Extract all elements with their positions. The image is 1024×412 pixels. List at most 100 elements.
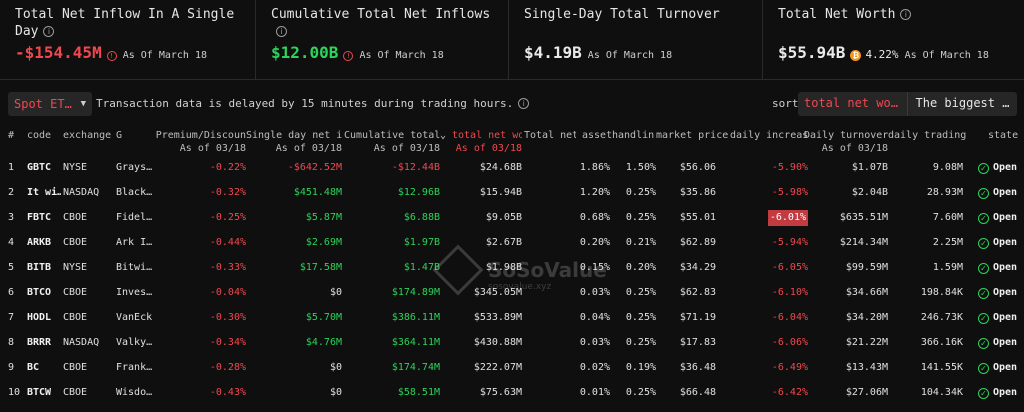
cell-net-worth: $24.68B: [479, 162, 522, 173]
cell-num: 5: [8, 262, 15, 273]
col-daily-increase[interactable]: daily increas: [730, 129, 808, 142]
state-label: Open: [993, 387, 1018, 398]
cell-num: 3: [8, 212, 15, 223]
table-row[interactable]: 7 HODL CBOE VanEck -0.30% $5.70M $386.11M $533.…: [0, 305, 1024, 330]
col-single-day-label: Single day net i: [246, 130, 342, 141]
table-row[interactable]: 5 BITB NYSE Bitwi… -0.33% $17.58M $1.47B $1.98B…: [0, 255, 1024, 280]
cell-trading: 28.93M: [926, 187, 963, 198]
cell-premium: -0.43%: [209, 387, 246, 398]
cell-market-price: $66.48: [679, 387, 716, 398]
card-single-day-inflow: Total Net Inflow In A Single Day i -$154.…: [0, 0, 256, 80]
table-row[interactable]: 4 ARKB CBOE Ark I… -0.44% $2.69M $1.97B $2.67B 0…: [0, 230, 1024, 255]
highlighted-value: -6.01%: [767, 210, 808, 226]
info-icon[interactable]: i: [900, 9, 912, 20]
col-single-day[interactable]: Single day net i As of 03/18: [246, 129, 342, 155]
alert-icon[interactable]: !: [106, 51, 117, 61]
cell-single-day: $5.70M: [305, 312, 342, 323]
cell-code[interactable]: BTCO: [27, 280, 61, 305]
cell-turnover: $21.22M: [845, 337, 888, 348]
cell-net-worth: $430.88M: [473, 337, 522, 348]
col-total-net[interactable]: Total net: [524, 129, 576, 142]
state-label: Open: [993, 312, 1018, 323]
cell-market-price: $35.86: [679, 187, 716, 198]
cell-state: ✓ Open: [978, 330, 1022, 355]
sort-order-select[interactable]: The biggest …: [908, 92, 1017, 116]
alert-icon[interactable]: !: [343, 51, 354, 61]
cell-code[interactable]: ARKB: [27, 230, 61, 255]
cell-single-day: $0: [329, 362, 342, 373]
col-market-price[interactable]: market price: [656, 129, 732, 142]
cell-net-worth: $9.05B: [485, 212, 522, 223]
cell-code[interactable]: It wi…: [27, 180, 61, 205]
col-net-worth[interactable]: total net wo As of 03/18: [452, 129, 522, 155]
col-single-day-sub: As of 03/18: [275, 143, 342, 154]
check-circle-icon: ✓: [978, 188, 989, 199]
cell-premium: -0.28%: [209, 362, 246, 373]
check-circle-icon: ✓: [978, 288, 989, 299]
cell-code[interactable]: BITB: [27, 255, 61, 280]
info-icon[interactable]: i: [518, 98, 530, 109]
card-cumulative-inflow: Cumulative Total Net Inflows i $12.00B ! …: [256, 0, 509, 80]
info-icon[interactable]: i: [43, 26, 55, 37]
cell-trading: 1.59M: [932, 262, 963, 273]
card-value-row: $4.19B As Of March 18: [524, 43, 672, 62]
check-circle-icon: ✓: [978, 388, 989, 399]
table-row[interactable]: 2 It wi… NASDAQ Black… -0.32% $451.48M $12.96B…: [0, 180, 1024, 205]
card-value-row: -$154.45M ! As Of March 18: [15, 43, 207, 62]
sort-chevron-icon[interactable]: ⌄: [440, 129, 452, 142]
col-exchange[interactable]: exchange: [63, 129, 115, 142]
col-trading[interactable]: daily trading: [888, 129, 968, 142]
cell-code[interactable]: FBTC: [27, 205, 61, 230]
cell-premium: -0.32%: [209, 187, 246, 198]
etf-type-select[interactable]: Spot ET… ▼: [8, 92, 92, 116]
check-circle-icon: ✓: [978, 238, 989, 249]
cell-market-price: $36.48: [679, 362, 716, 373]
col-issuer[interactable]: G: [116, 129, 128, 142]
delay-note: Transaction data is delayed by 15 minute…: [96, 97, 530, 110]
col-net-worth-sub: As of 03/18: [455, 143, 522, 154]
col-code[interactable]: code: [27, 129, 59, 142]
cell-asset: 0.20%: [579, 237, 610, 248]
cell-asset: 1.86%: [579, 162, 610, 173]
cell-state: ✓ Open: [978, 205, 1022, 230]
cell-market-price: $62.89: [679, 237, 716, 248]
cell-turnover: $214.34M: [839, 237, 888, 248]
cell-turnover: $27.06M: [845, 387, 888, 398]
cell-trading: 9.08M: [932, 162, 963, 173]
check-circle-icon: ✓: [978, 363, 989, 374]
table-row[interactable]: 1 GBTC NYSE Grays… -0.22% -$642.52M -$12.44B $2…: [0, 155, 1024, 180]
col-handling[interactable]: handlin: [612, 129, 658, 142]
card-total-net-worth: Total Net Worth i $55.94B ₿ 4.22% As Of M…: [763, 0, 1024, 80]
cell-single-day: $17.58M: [299, 262, 342, 273]
cell-premium: -0.04%: [209, 287, 246, 298]
sort-field-select[interactable]: total net wo…: [798, 92, 908, 116]
cell-issuer: Fidel…: [116, 212, 153, 223]
table-row[interactable]: 9 BC CBOE Frank… -0.28% $0 $174.74M $222.07M 0.0…: [0, 355, 1024, 380]
cell-handling: 0.21%: [625, 237, 656, 248]
cell-single-day: -$642.52M: [287, 162, 342, 173]
cell-code[interactable]: BRRR: [27, 330, 61, 355]
cell-net-worth: $222.07M: [473, 362, 522, 373]
col-premium[interactable]: Premium/Discoun As of 03/18: [150, 129, 246, 155]
cell-code[interactable]: HODL: [27, 305, 61, 330]
info-icon[interactable]: i: [276, 26, 287, 37]
col-turnover[interactable]: Daily turnover As of 03/18: [804, 129, 888, 155]
card-value: -$154.45M: [15, 43, 102, 62]
cell-code[interactable]: BC: [27, 355, 61, 380]
cell-code[interactable]: GBTC: [27, 155, 61, 180]
col-turnover-label: Daily turnover: [804, 130, 888, 141]
cell-code[interactable]: BTCW: [27, 380, 61, 405]
table-row[interactable]: 6 BTCO CBOE Inves… -0.04% $0 $174.89M $345.05M 0…: [0, 280, 1024, 305]
table-row[interactable]: 8 BRRR NASDAQ Valky… -0.34% $4.76M $364.11M $43…: [0, 330, 1024, 355]
col-asset[interactable]: asset: [582, 129, 616, 142]
cell-single-day: $5.87M: [305, 212, 342, 223]
etf-type-value: Spot ET…: [14, 97, 72, 111]
cell-num: 7: [8, 312, 15, 323]
col-cumulative[interactable]: Cumulative total As of 03/18: [344, 129, 440, 155]
table-row[interactable]: 10 BTCW CBOE Wisdo… -0.43% $0 $58.51M $75.63M 0.…: [0, 380, 1024, 405]
cell-exchange: NASDAQ: [63, 337, 100, 348]
card-title: Single-Day Total Turnover: [524, 6, 754, 23]
cell-trading: 104.34K: [920, 387, 963, 398]
state-label: Open: [993, 287, 1018, 298]
table-row[interactable]: 3 FBTC CBOE Fidel… -0.25% $5.87M $6.88B $9.05B 0…: [0, 205, 1024, 230]
